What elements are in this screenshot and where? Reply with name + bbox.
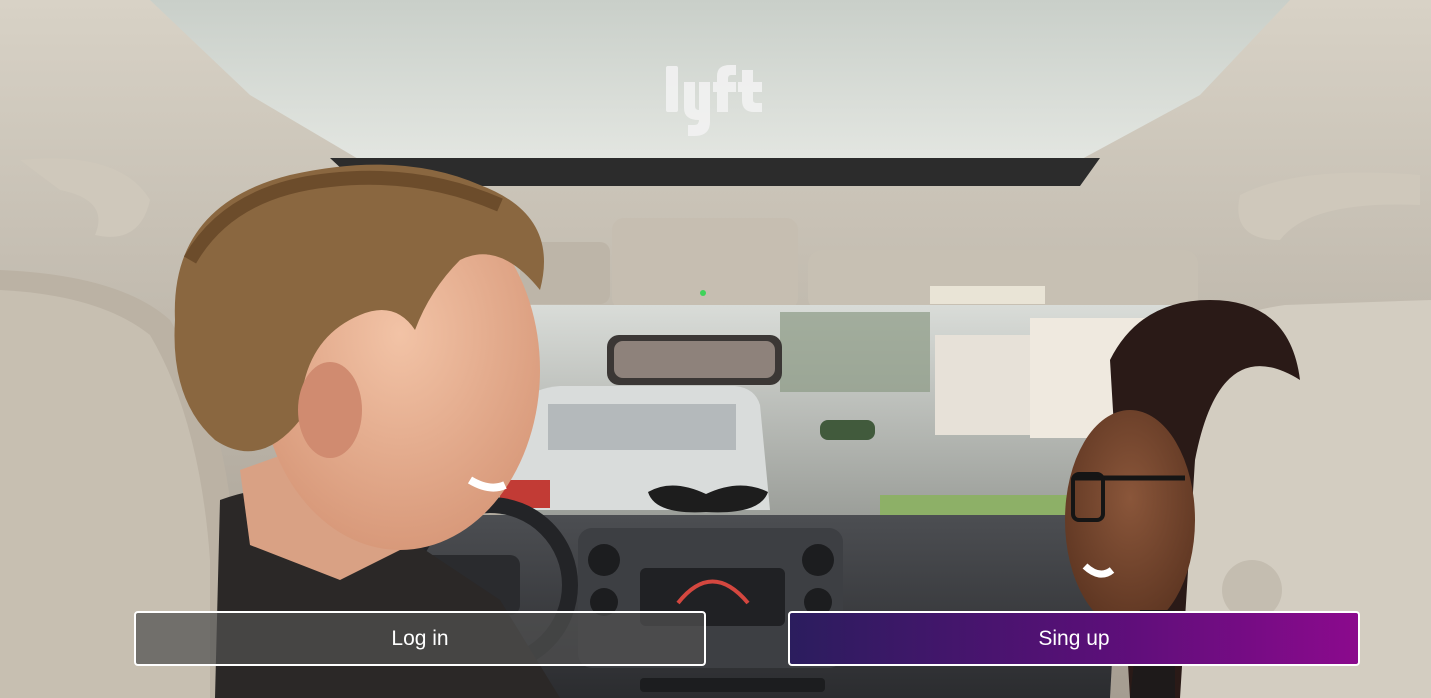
lyft-logo xyxy=(666,65,762,136)
login-button[interactable]: Log in xyxy=(134,611,706,666)
hero-section: Log in Sing up xyxy=(0,0,1431,698)
signup-button[interactable]: Sing up xyxy=(788,611,1360,666)
